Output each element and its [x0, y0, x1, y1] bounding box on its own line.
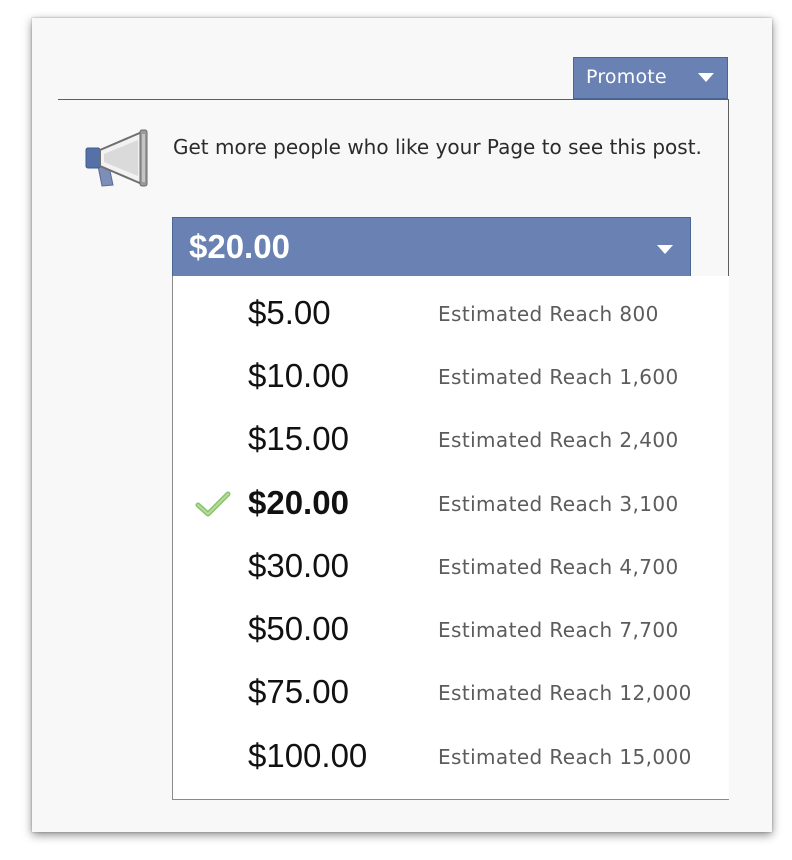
megaphone-icon — [85, 129, 148, 187]
option-amount: $20.00 — [248, 484, 349, 521]
option-reach: Estimated Reach 1,600 — [438, 365, 679, 389]
budget-option[interactable]: $5.00 Estimated Reach 800 — [173, 284, 729, 344]
chevron-down-icon — [698, 73, 714, 82]
divider — [58, 99, 729, 100]
option-reach: Estimated Reach 800 — [438, 302, 659, 326]
budget-selected-value: $20.00 — [189, 228, 290, 265]
option-reach: Estimated Reach 15,000 — [438, 745, 692, 769]
budget-select[interactable]: $20.00 — [172, 217, 691, 277]
budget-option[interactable]: $15.00 Estimated Reach 2,400 — [173, 410, 729, 470]
budget-option[interactable]: $100.00 Estimated Reach 15,000 — [173, 727, 729, 787]
option-amount: $15.00 — [248, 420, 349, 457]
budget-options-list: $5.00 Estimated Reach 800 $10.00 Estimat… — [172, 276, 729, 800]
option-amount: $5.00 — [248, 294, 331, 331]
promote-label: Promote — [586, 66, 667, 88]
promote-button[interactable]: Promote — [573, 57, 728, 99]
option-reach: Estimated Reach 7,700 — [438, 618, 679, 642]
panel-border — [728, 99, 729, 277]
budget-option[interactable]: $10.00 Estimated Reach 1,600 — [173, 347, 729, 407]
option-amount: $10.00 — [248, 357, 349, 394]
option-amount: $100.00 — [248, 737, 368, 774]
checkmark-icon — [195, 491, 231, 517]
option-reach: Estimated Reach 4,700 — [438, 555, 679, 579]
option-amount: $30.00 — [248, 547, 349, 584]
budget-option[interactable]: $50.00 Estimated Reach 7,700 — [173, 600, 729, 660]
option-reach: Estimated Reach 12,000 — [438, 681, 692, 705]
chevron-down-icon — [657, 245, 673, 254]
option-amount: $75.00 — [248, 673, 349, 710]
promote-description: Get more people who like your Page to se… — [173, 135, 702, 159]
budget-option-selected[interactable]: $20.00 Estimated Reach 3,100 — [173, 474, 729, 534]
option-reach: Estimated Reach 2,400 — [438, 428, 679, 452]
budget-option[interactable]: $30.00 Estimated Reach 4,700 — [173, 537, 729, 597]
budget-option[interactable]: $75.00 Estimated Reach 12,000 — [173, 663, 729, 723]
option-amount: $50.00 — [248, 610, 349, 647]
option-reach: Estimated Reach 3,100 — [438, 492, 679, 516]
